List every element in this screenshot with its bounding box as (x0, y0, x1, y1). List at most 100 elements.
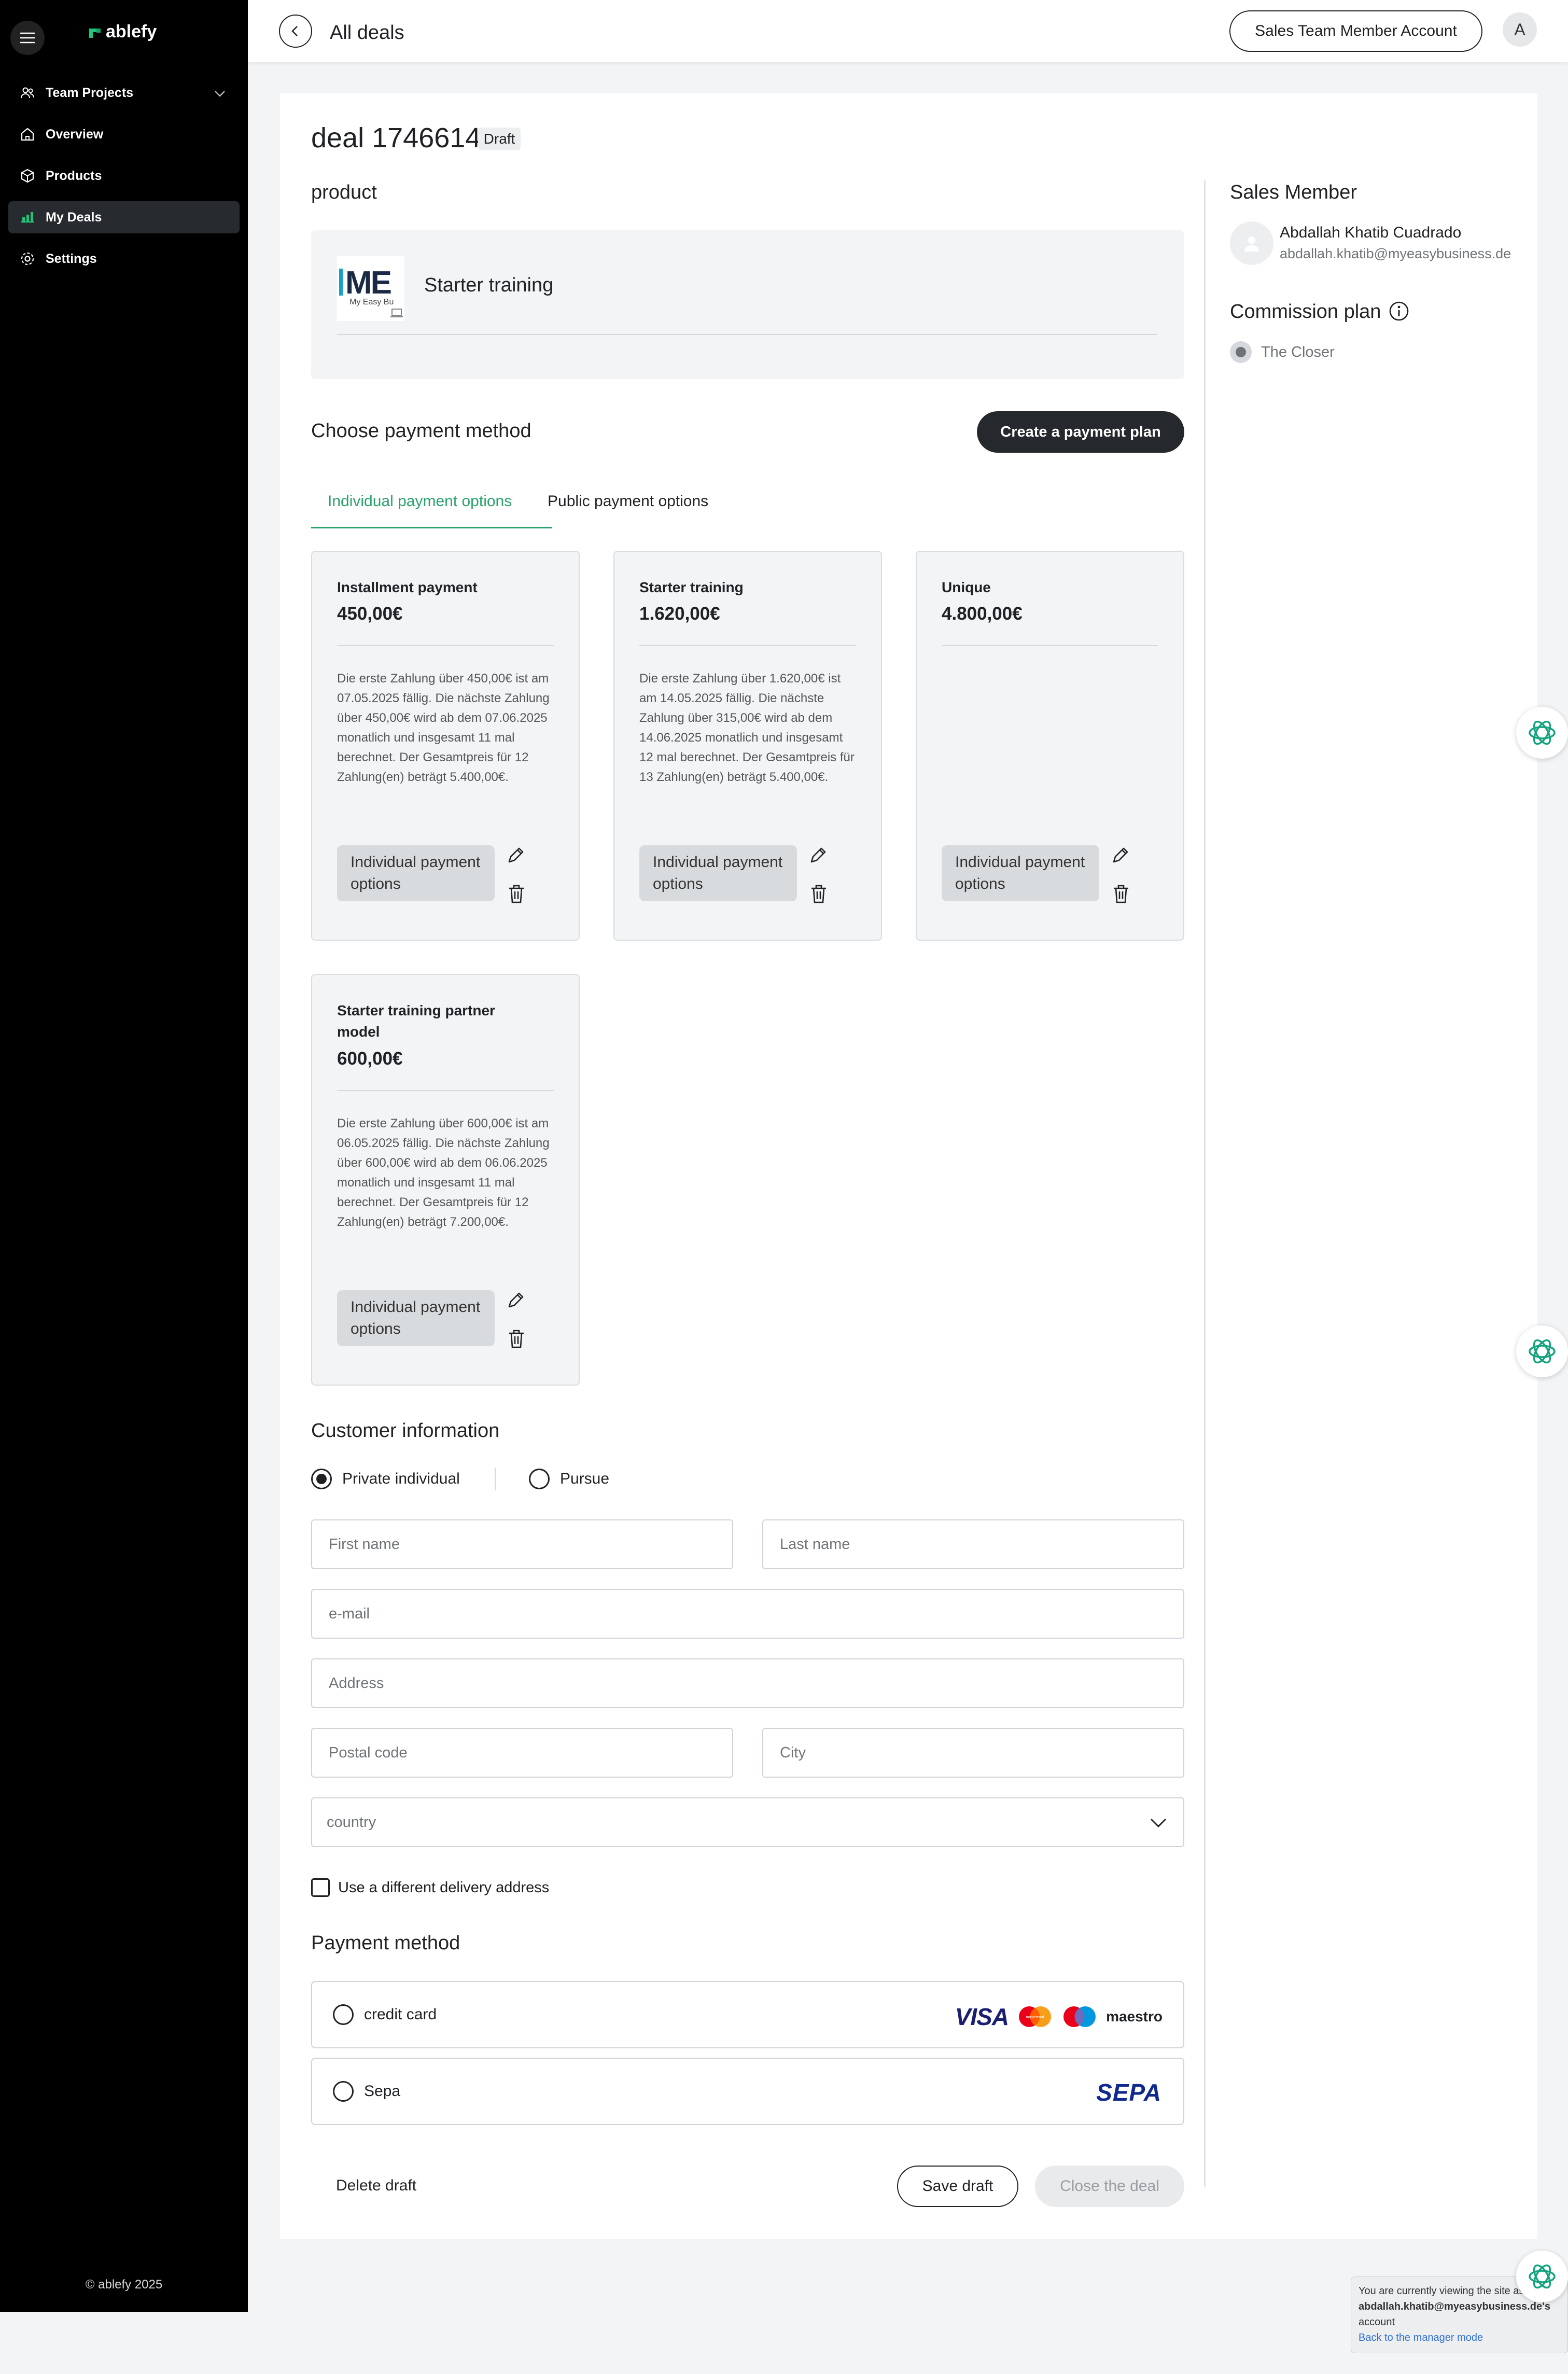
trash-icon[interactable] (809, 884, 828, 904)
app-logo[interactable]: ablefy (88, 22, 157, 42)
sidebar-item-team-projects[interactable]: Team Projects (8, 77, 240, 109)
mastercard-logo-text: mastercard (1026, 2016, 1044, 2019)
back-to-manager-link[interactable]: Back to the manager mode (1359, 2330, 1560, 2345)
payment-option-price: 4.800,00€ (942, 604, 1023, 624)
payment-option-card[interactable]: Starter training 1.620,00€ Die erste Zah… (613, 551, 882, 941)
trash-icon[interactable] (507, 884, 526, 904)
product-logo-text: ME (345, 265, 392, 301)
payment-method-credit-card[interactable]: credit card VISA mastercard maestro (311, 1981, 1184, 2048)
payment-option-tag: Individual payment options (337, 1290, 495, 1346)
save-draft-button[interactable]: Save draft (897, 2166, 1018, 2207)
sidebar-item-label: Settings (46, 251, 97, 266)
visa-logo: VISA (955, 2003, 1009, 2030)
ai-assistant-icon (1529, 2264, 1556, 2289)
tab-public-payment-options[interactable]: Public payment options (548, 493, 708, 510)
ai-assistant-button[interactable] (1516, 707, 1568, 759)
back-button[interactable] (279, 15, 312, 48)
sepa-logo: SEPA (1096, 2079, 1161, 2106)
customer-heading: Customer information (311, 1420, 500, 1442)
top-header: All deals Sales Team Member Account A (248, 0, 1568, 62)
chevron-down-icon[interactable] (213, 86, 227, 101)
home-icon (21, 128, 34, 141)
payment-option-divider (942, 645, 1158, 646)
deals-icon (21, 212, 34, 223)
sidebar-item-label: Products (46, 168, 102, 183)
email-field[interactable]: e-mail (311, 1589, 1184, 1639)
commission-radio (1230, 341, 1252, 363)
gear-icon (21, 252, 34, 266)
team-icon (21, 87, 34, 99)
payment-option-price: 1.620,00€ (639, 604, 720, 624)
address-field[interactable]: Address (311, 1658, 1184, 1708)
avatar[interactable]: A (1503, 12, 1537, 47)
payment-option-divider (639, 645, 856, 646)
chevron-left-icon (291, 26, 298, 36)
column-divider (1204, 180, 1206, 2187)
customer-type-private[interactable]: Private individual (311, 1469, 460, 1489)
customer-type-pursue[interactable]: Pursue (529, 1469, 609, 1489)
account-switch-button[interactable]: Sales Team Member Account (1229, 10, 1482, 52)
page-title: All deals (330, 22, 404, 44)
first-name-field[interactable]: First name (311, 1519, 733, 1569)
trash-icon[interactable] (1112, 884, 1130, 904)
hamburger-icon (20, 32, 35, 44)
create-payment-plan-button[interactable]: Create a payment plan (977, 411, 1184, 453)
payment-option-card[interactable]: Installment payment 450,00€ Die erste Za… (311, 551, 580, 941)
radio-label: Private individual (342, 1470, 460, 1487)
country-select-value: country (327, 1813, 376, 1831)
country-select[interactable]: country (311, 1797, 1184, 1847)
close-deal-button[interactable]: Close the deal (1035, 2166, 1184, 2207)
sidebar-item-label: Team Projects (46, 85, 134, 100)
last-name-field[interactable]: Last name (762, 1519, 1184, 1569)
payment-method-sepa[interactable]: Sepa SEPA (311, 2058, 1184, 2125)
commission-heading: Commission plan (1230, 301, 1381, 323)
product-image: ME My Easy Bu (337, 256, 404, 321)
tab-individual-payment-options[interactable]: Individual payment options (328, 493, 512, 510)
payment-option-tag: Individual payment options (942, 845, 1099, 901)
delivery-address-option[interactable]: Use a different delivery address (311, 1878, 549, 1897)
payment-option-description: Die erste Zahlung über 450,00€ ist am 07… (337, 672, 550, 784)
ai-assistant-button[interactable] (1516, 1325, 1568, 1377)
payment-option-description: Die erste Zahlung über 1.620,00€ ist am … (639, 672, 855, 784)
sidebar: ablefy Team Projects Overview Products M… (0, 0, 248, 2312)
radio-private[interactable] (311, 1469, 332, 1489)
city-field[interactable]: City (762, 1728, 1184, 1778)
trash-icon[interactable] (507, 1329, 526, 1349)
box-icon (21, 169, 34, 183)
sidebar-item-settings[interactable]: Settings (8, 243, 240, 275)
payment-option-card[interactable]: Starter training partner model 600,00€ D… (311, 974, 580, 1386)
info-icon[interactable] (1389, 301, 1409, 322)
sidebar-item-label: Overview (46, 127, 104, 142)
radio-sepa[interactable] (333, 2081, 354, 2102)
radio-credit-card[interactable] (333, 2004, 354, 2025)
laptop-icon (390, 309, 403, 317)
payment-option-description: Die erste Zahlung über 600,00€ ist am 06… (337, 1116, 550, 1229)
menu-toggle-button[interactable] (10, 21, 45, 55)
user-icon (1244, 236, 1259, 252)
sidebar-item-overview[interactable]: Overview (8, 118, 240, 150)
sidebar-item-my-deals[interactable]: My Deals (8, 201, 240, 233)
mastercard-logo: mastercard (1019, 2006, 1052, 2027)
sales-member-email: abdallah.khatib@myeasybusiness.de (1280, 246, 1511, 261)
pencil-icon[interactable] (505, 1290, 526, 1311)
ai-assistant-icon (1529, 1339, 1556, 1364)
radio-separator (495, 1468, 496, 1490)
radio-pursue[interactable] (529, 1469, 550, 1489)
postal-code-field[interactable]: Postal code (311, 1728, 733, 1778)
checkbox-label: Use a different delivery address (338, 1879, 550, 1896)
card-logos: VISA mastercard maestro (955, 2003, 1163, 2031)
delivery-address-checkbox[interactable] (311, 1878, 330, 1897)
ai-assistant-button[interactable] (1516, 2251, 1568, 2302)
pencil-icon[interactable] (1110, 845, 1130, 866)
payment-choice-heading: Choose payment method (311, 420, 531, 442)
pencil-icon[interactable] (505, 845, 526, 866)
pencil-icon[interactable] (807, 845, 828, 866)
payment-option-title: Starter training partner model (337, 1002, 495, 1040)
sidebar-item-products[interactable]: Products (8, 160, 240, 192)
status-badge: Draft (478, 128, 521, 150)
maestro-logo-mark (1063, 2006, 1096, 2027)
active-tab-indicator (311, 527, 552, 528)
delete-draft-button[interactable]: Delete draft (336, 2177, 416, 2195)
notice-text-2: account (1359, 2316, 1395, 2328)
payment-option-card[interactable]: Unique 4.800,00€ Individual payment opti… (916, 551, 1184, 941)
